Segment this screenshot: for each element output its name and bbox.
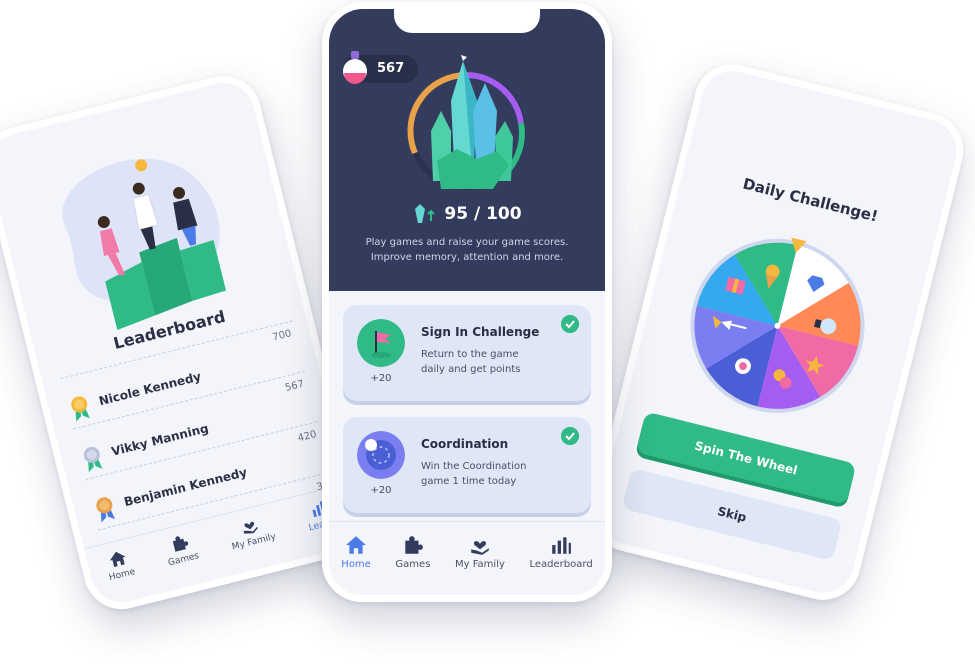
family-heart-icon (471, 541, 489, 555)
home-screen: 567 95 / 100 Play games and raise your g… (329, 9, 605, 595)
family-heart-icon (243, 521, 258, 534)
home-phone: 567 95 / 100 Play games and raise your g… (322, 2, 612, 602)
gold-medal-icon (71, 396, 90, 422)
nav-label: Leaderboard (529, 559, 593, 570)
prize-wheel[interactable] (670, 218, 886, 434)
app-showcase: Leaderboard 700 Nicole Kennedy 567 Vikky… (0, 0, 975, 669)
leaderboard-screen: Leaderboard 700 Nicole Kennedy 567 Vikky… (0, 76, 363, 609)
home-bottom-nav: Home Games My Family Leaderboard (329, 521, 605, 595)
score-display: 95 / 100 (329, 203, 605, 225)
card-title: Sign In Challenge (421, 325, 540, 339)
nav-home[interactable]: Home (103, 547, 142, 605)
daily-challenge-screen: Daily Challenge! Spin The Wheel Skip (592, 64, 963, 600)
silver-medal-icon (83, 446, 103, 473)
check-icon (561, 315, 579, 333)
leaderboard-phone: Leaderboard 700 Nicole Kennedy 567 Vikky… (0, 67, 371, 618)
check-icon (561, 427, 579, 445)
home-icon (110, 551, 126, 567)
card-points: +20 (370, 485, 392, 496)
nav-games[interactable]: Games (395, 534, 430, 595)
phone-notch (394, 9, 540, 33)
puzzle-icon (405, 536, 423, 554)
flag-icon (357, 319, 405, 367)
card-description: Win the Coordination game 1 time today (421, 459, 541, 489)
home-icon (346, 536, 366, 554)
bronze-medal-icon (96, 497, 116, 523)
score-value: 95 / 100 (444, 204, 522, 224)
gem-up-icon (415, 204, 436, 223)
card-description-line: daily and get points (421, 364, 521, 375)
card-title: Coordination (421, 437, 509, 451)
card-description-line: game 1 time today (421, 476, 517, 487)
nav-label: Home (108, 567, 137, 584)
crystal-gauge-icon (407, 55, 526, 190)
leaderboard-score: 420 (296, 429, 318, 445)
puzzle-icon (172, 536, 188, 552)
leaderboard-score: 700 (271, 328, 293, 344)
card-description: Return to the game daily and get points (421, 347, 541, 377)
challenge-card-coordination[interactable]: +20 Coordination Win the Coordination ga… (343, 417, 591, 513)
coordination-icon (357, 431, 405, 479)
score-description: Play games and raise your game scores. I… (339, 235, 595, 265)
nav-label: My Family (455, 559, 505, 570)
card-description-line: Return to the game (421, 349, 519, 360)
nav-leaderboard[interactable]: Leaderboard (530, 534, 593, 595)
nav-label: Games (395, 559, 431, 570)
nav-label: My Family (230, 531, 277, 553)
nav-home[interactable]: Home (341, 534, 371, 595)
card-description-line: Win the Coordination (421, 461, 527, 472)
potion-icon (343, 51, 367, 84)
nav-my-family[interactable]: My Family (455, 534, 505, 595)
challenge-card-sign-in[interactable]: +20 Sign In Challenge Return to the game… (343, 305, 591, 401)
nav-games[interactable]: Games (162, 531, 205, 590)
nav-label: Home (341, 559, 371, 570)
card-points: +20 (370, 373, 392, 384)
score-description-line: Play games and raise your game scores. (365, 237, 569, 248)
score-hero: 567 95 / 100 Play games and raise your g… (329, 9, 605, 291)
daily-challenge-phone: Daily Challenge! Spin The Wheel Skip (583, 56, 972, 608)
leaderboard-rank: 5. (124, 601, 137, 609)
leaderboard-score: 567 (284, 378, 306, 394)
score-description-line: Improve memory, attention and more. (370, 252, 564, 263)
leaderboard-icon (552, 537, 571, 554)
nav-my-family[interactable]: My Family (226, 512, 282, 574)
